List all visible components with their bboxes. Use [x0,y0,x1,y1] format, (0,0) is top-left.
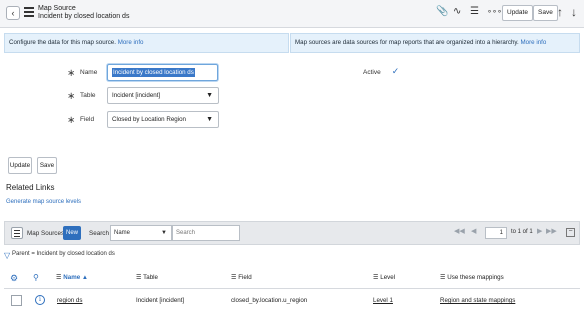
header-update-button[interactable]: Update [502,5,533,21]
record-name: Incident by closed location ds [38,13,130,20]
row-name-link[interactable]: region ds [57,297,82,304]
row-mappings-link[interactable]: Region and state mappings [440,297,515,304]
field-label: Field [80,116,95,123]
save-button[interactable]: Save [37,157,57,174]
chevron-down-icon: ▼ [206,92,213,99]
previous-record-icon[interactable]: ↑ [557,5,563,19]
search-input[interactable]: Search [172,225,240,241]
related-list-toolbar: Map Sources New Search Name ▼ Search ◀◀ … [4,221,580,245]
back-button[interactable]: ‹ [6,6,20,20]
gear-icon[interactable]: ⚙ [10,273,18,284]
update-button[interactable]: Update [8,157,32,174]
search-label: Search [89,230,109,237]
field-select-value: Closed by Location Region [112,116,186,123]
settings-sliders-icon[interactable]: ☰ [470,6,479,18]
filter-icon[interactable]: ▽ [4,251,10,260]
next-record-icon[interactable]: ↓ [571,5,577,19]
required-icon: ∗ [67,91,76,102]
more-options-icon[interactable]: ∘∘∘ [487,6,502,18]
new-button[interactable]: New [63,226,81,240]
active-label: Active [363,69,381,76]
list-breadcrumb[interactable]: Parent = Incident by closed location ds [12,251,115,257]
name-input-value: Incident by closed location ds [112,68,195,77]
column-header-mappings[interactable]: ☰ Use these mappings [440,274,504,281]
field-select[interactable]: Closed by Location Region ▼ [107,111,219,128]
page-number-input[interactable]: 1 [485,227,507,239]
required-icon: ∗ [67,68,76,79]
list-title: Map Sources [27,230,65,237]
name-label: Name [80,69,98,76]
active-checkbox[interactable]: ✓ [390,66,401,77]
row-field-cell: closed_by.location.u_region [231,297,308,304]
header-save-button[interactable]: Save [533,5,558,21]
table-select[interactable]: Incident [incident] ▼ [107,87,219,104]
first-page-icon[interactable]: ◀◀ [454,227,465,235]
search-field-value: Name [114,230,131,236]
required-icon: ∗ [67,115,76,126]
column-name-label: Name [63,274,81,281]
form-title: Map Source [38,5,76,12]
column-mappings-label: Use these mappings [447,274,504,281]
info-message-left: Configure the data for this map source. … [4,33,289,53]
chevron-down-icon: ▼ [161,230,167,236]
chevron-down-icon: ▼ [206,116,213,123]
collapse-list-icon[interactable]: − [566,228,575,237]
preview-record-icon[interactable]: i [35,295,45,305]
table-label: Table [80,92,96,99]
search-icon[interactable]: ⚲ [33,273,39,282]
previous-page-icon[interactable]: ◀ [471,227,476,235]
more-info-link-right[interactable]: More info [521,39,547,46]
next-page-icon[interactable]: ▶ [537,227,542,235]
column-table-label: Table [143,274,158,281]
sort-ascending-icon: ▲ [81,274,88,281]
related-links-heading: Related Links [6,183,55,192]
name-input[interactable]: Incident by closed location ds [107,64,218,81]
attachment-icon[interactable]: 📎 [436,6,448,18]
info-message-right: Map sources are data sources for map rep… [290,33,580,53]
info-text-right: Map sources are data sources for map rep… [295,39,519,46]
search-field-select[interactable]: Name ▼ [110,225,172,241]
table-divider [4,288,580,289]
generate-levels-link[interactable]: Generate map source levels [6,199,81,205]
column-header-name[interactable]: ☰ Name ▲ [56,274,88,281]
column-header-level[interactable]: ☰ Level [373,274,395,281]
column-header-table[interactable]: ☰ Table [136,274,158,281]
activity-icon[interactable]: ∿ [453,6,461,18]
column-level-label: Level [380,274,396,281]
more-info-link-left[interactable]: More info [118,39,144,46]
page-range-text: to 1 of 1 [511,229,533,235]
row-checkbox[interactable] [11,295,22,306]
row-table-cell: Incident [incident] [136,297,185,304]
row-level-link[interactable]: Level 1 [373,297,393,304]
last-page-icon[interactable]: ▶▶ [546,227,557,235]
form-header: ‹ Map Source Incident by closed location… [0,0,584,28]
table-select-value: Incident [incident] [112,92,161,99]
column-header-field[interactable]: ☰ Field [231,274,252,281]
form-menu-icon[interactable] [24,7,34,17]
search-placeholder: Search [176,230,196,236]
info-text-left: Configure the data for this map source. [9,39,116,46]
list-menu-icon[interactable] [11,227,23,239]
column-field-label: Field [238,274,252,281]
